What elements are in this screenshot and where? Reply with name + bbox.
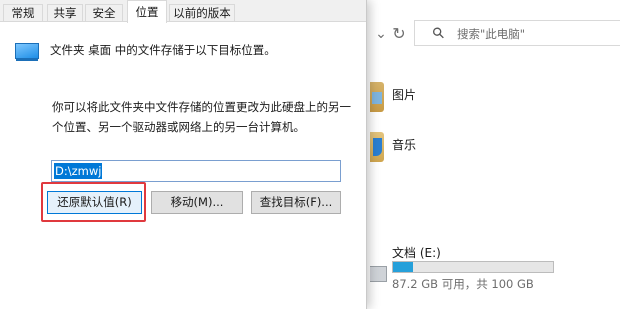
drive-free-space: 87.2 GB 可用，共 100 GB bbox=[392, 277, 534, 291]
tab-location[interactable]: 位置 bbox=[127, 0, 167, 23]
folder-properties-dialog: 常规 共享 安全 位置 以前的版本 文件夹 桌面 中的文件存储于以下目标位置。 … bbox=[0, 0, 367, 309]
folder-label: 图片 bbox=[392, 88, 417, 102]
music-folder-icon bbox=[370, 132, 384, 162]
path-input-value: D:\zmwj bbox=[54, 163, 103, 179]
path-input[interactable]: D:\zmwj bbox=[51, 160, 341, 182]
drive-name: 文档 (E:) bbox=[392, 246, 441, 260]
search-input[interactable]: ⚲ 搜索"此电脑" bbox=[414, 20, 620, 46]
restore-default-button[interactable]: 还原默认值(R) bbox=[47, 191, 142, 214]
search-icon: ⚲ bbox=[428, 22, 449, 44]
drive-usage-fill bbox=[393, 262, 414, 272]
move-button[interactable]: 移动(M)... bbox=[151, 191, 243, 214]
location-description: 你可以将此文件夹中文件存储的位置更改为此硬盘上的另一个位置、另一个驱动器或网络上… bbox=[52, 100, 351, 134]
tab-previous-versions[interactable]: 以前的版本 bbox=[169, 4, 235, 22]
tab-strip: 常规 共享 安全 位置 以前的版本 bbox=[0, 0, 366, 23]
folder-item-music[interactable]: 音乐 bbox=[370, 130, 620, 170]
folder-label: 音乐 bbox=[392, 138, 417, 152]
pictures-folder-icon bbox=[370, 82, 384, 112]
folder-item-pictures[interactable]: 图片 bbox=[370, 80, 620, 120]
tab-security[interactable]: 安全 bbox=[85, 4, 123, 22]
tab-general[interactable]: 常规 bbox=[3, 4, 43, 22]
find-target-button[interactable]: 查找目标(F)... bbox=[251, 191, 341, 214]
desktop-folder-icon bbox=[15, 43, 39, 61]
drive-item-e[interactable]: 文档 (E:) 87.2 GB 可用，共 100 GB bbox=[370, 240, 620, 300]
drive-usage-bar bbox=[392, 261, 554, 273]
drive-icon bbox=[370, 266, 387, 282]
tab-sharing[interactable]: 共享 bbox=[47, 4, 83, 22]
refresh-icon[interactable]: ↻ bbox=[388, 24, 410, 44]
search-placeholder: 搜索"此电脑" bbox=[457, 27, 526, 41]
location-panel: 文件夹 桌面 中的文件存储于以下目标位置。 你可以将此文件夹中文件存储的位置更改… bbox=[0, 21, 366, 309]
location-info-text: 文件夹 桌面 中的文件存储于以下目标位置。 bbox=[50, 43, 276, 57]
